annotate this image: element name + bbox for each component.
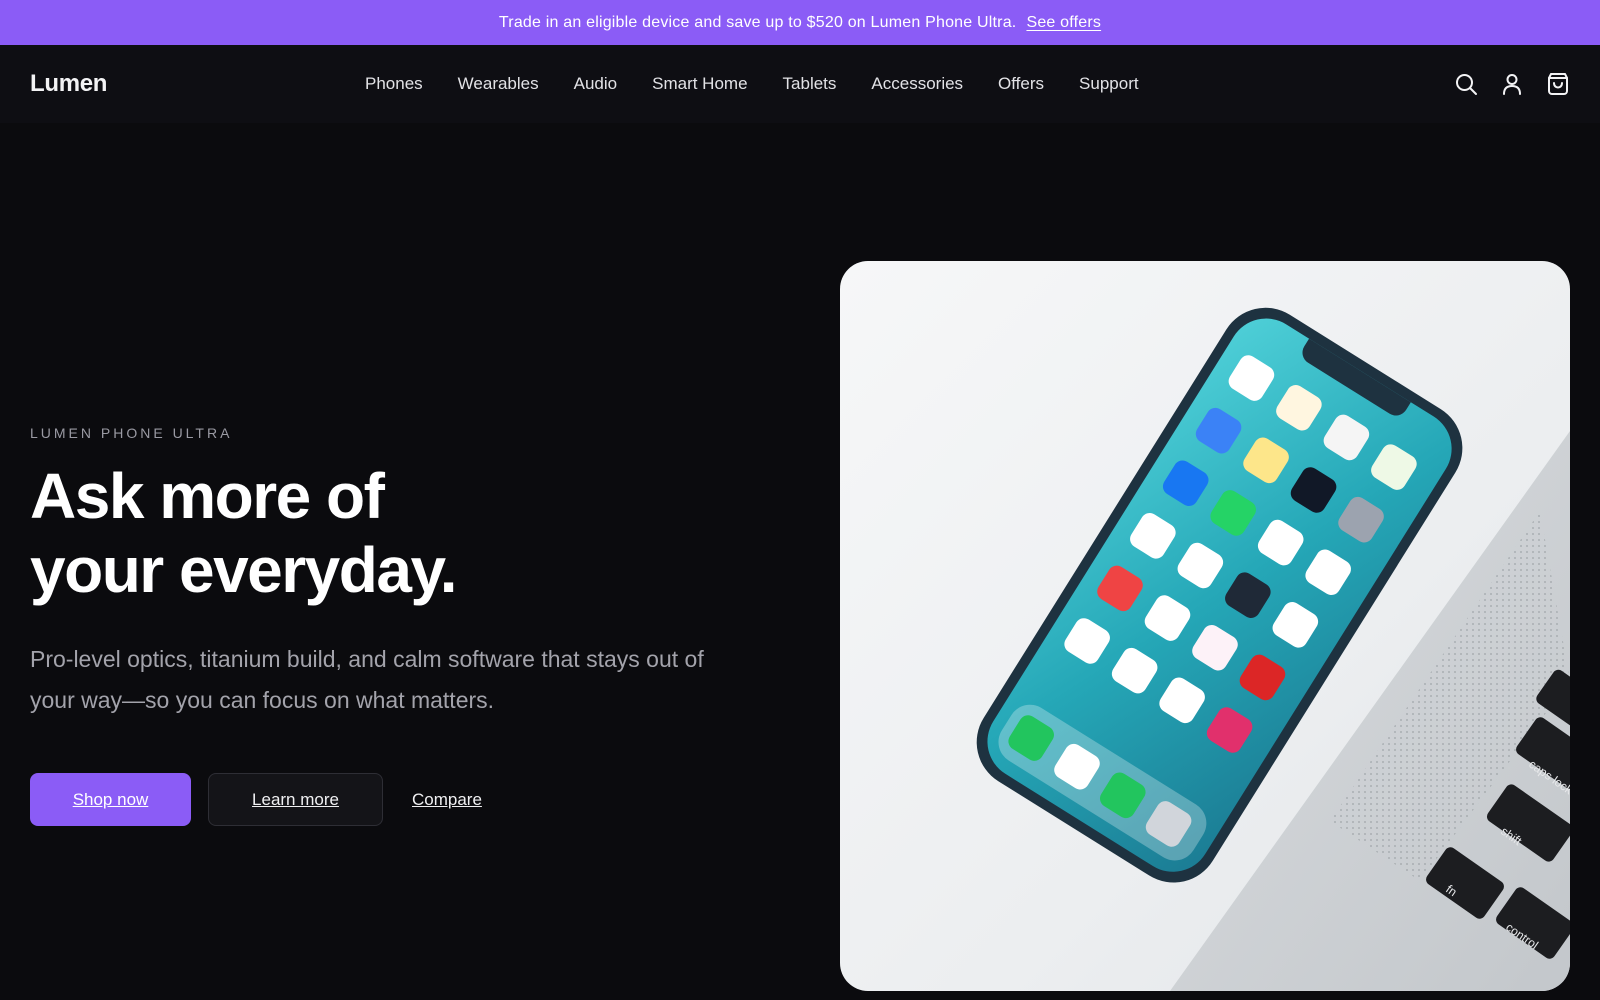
cart-icon[interactable] [1546,72,1570,96]
hero-section: LUMEN PHONE ULTRA Ask more of your every… [0,123,1600,1000]
search-icon[interactable] [1454,72,1478,96]
promo-banner: Trade in an eligible device and save up … [0,0,1600,45]
phone-on-laptop-illustration: caps lock shift fn control [976,307,1570,991]
nav-icons [1454,72,1570,96]
compare-link[interactable]: Compare [400,773,494,826]
shop-now-button[interactable]: Shop now [30,773,191,826]
nav-item-phones[interactable]: Phones [365,74,423,94]
hero-subtext: Pro-level optics, titanium build, and ca… [30,646,704,713]
learn-more-button[interactable]: Learn more [208,773,383,826]
see-offers-link[interactable]: See offers [1026,14,1101,32]
headline-line-2: your everyday. [30,534,458,606]
nav-item-accessories[interactable]: Accessories [871,74,963,94]
nav-item-support[interactable]: Support [1079,74,1139,94]
account-icon[interactable] [1500,72,1524,96]
nav-item-offers[interactable]: Offers [998,74,1044,94]
promo-text: Trade in an eligible device and save up … [498,13,1017,31]
main-nav: Lumen Phones Wearables Audio Smart Home … [0,45,1600,123]
nav-item-wearables[interactable]: Wearables [458,74,539,94]
nav-links: Phones Wearables Audio Smart Home Tablet… [365,45,1139,123]
hero-ctas: Shop now Learn more Compare [30,773,770,826]
hero-headline: Ask more of your everyday. [30,459,770,607]
hero-product-image: caps lock shift fn control [840,261,1570,991]
logo[interactable]: Lumen [30,70,107,98]
hero-copy: LUMEN PHONE ULTRA Ask more of your every… [30,425,770,826]
nav-item-smart-home[interactable]: Smart Home [652,74,747,94]
nav-item-tablets[interactable]: Tablets [783,74,837,94]
hero-eyebrow: LUMEN PHONE ULTRA [30,425,233,441]
headline-line-1: Ask more of [30,460,385,532]
nav-item-audio[interactable]: Audio [574,74,617,94]
